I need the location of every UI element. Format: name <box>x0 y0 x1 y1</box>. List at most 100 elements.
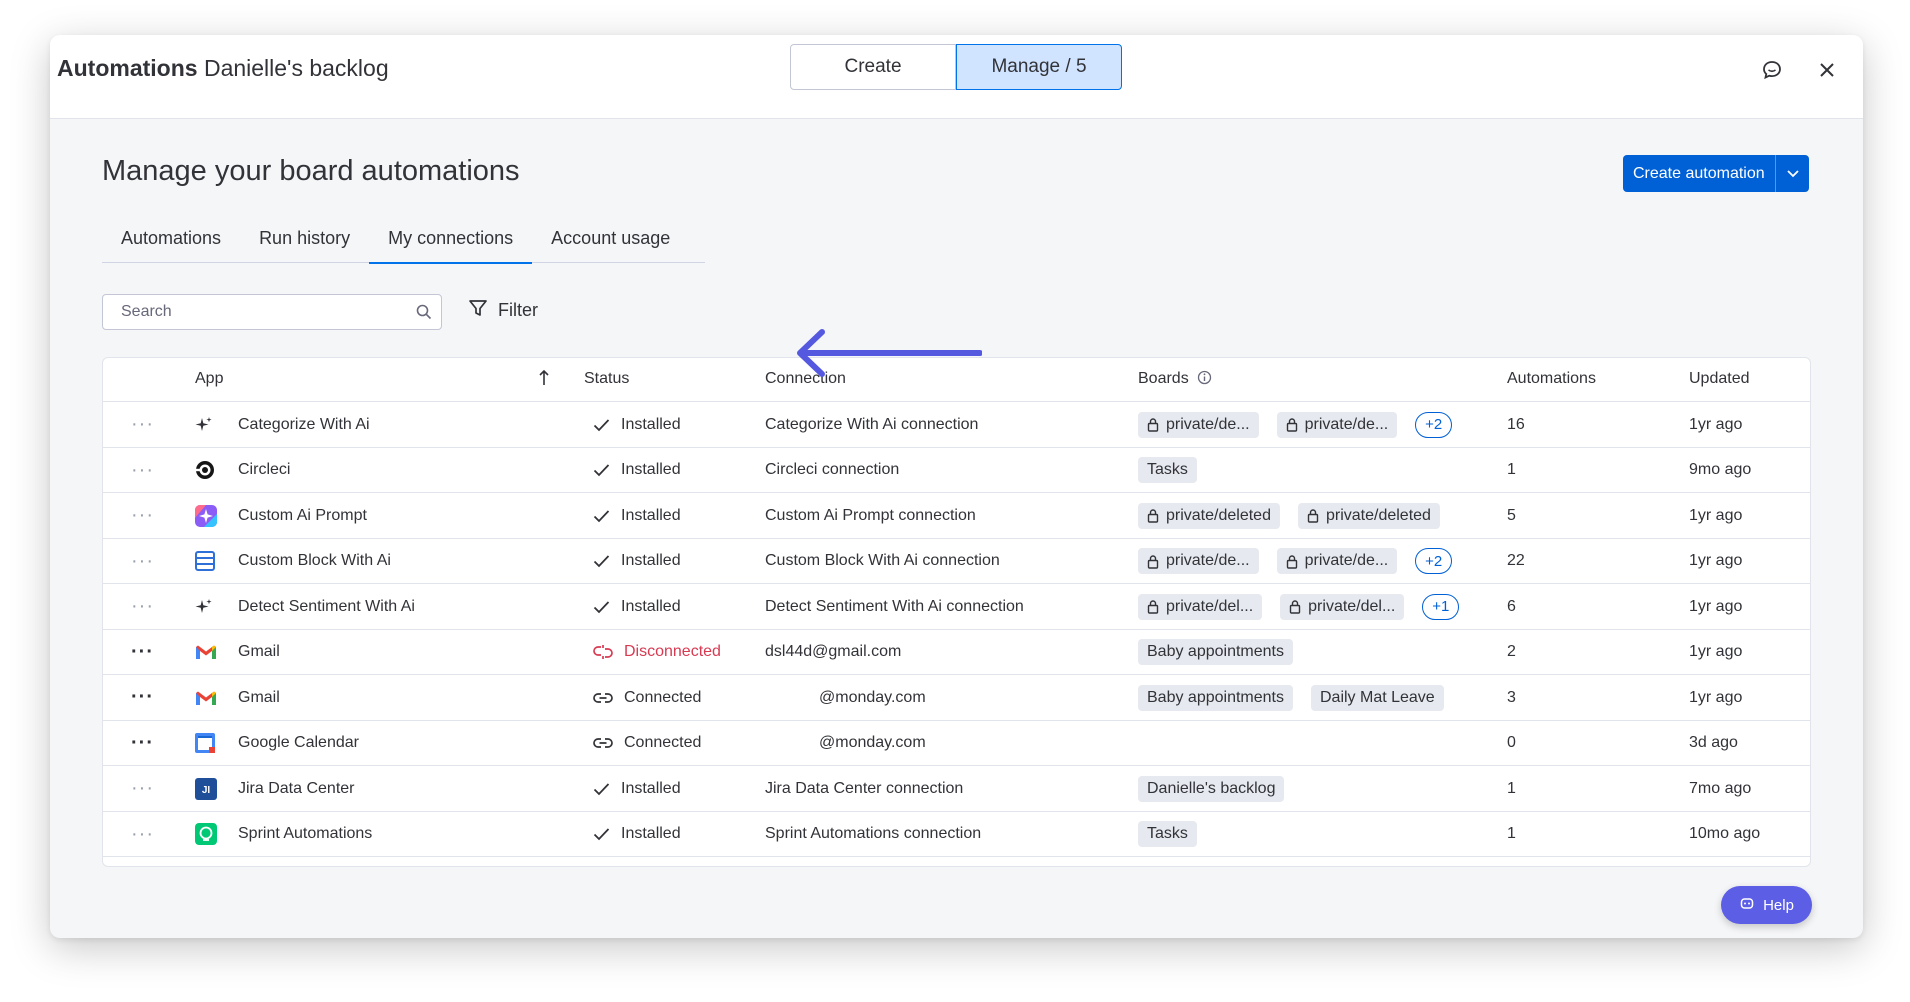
column-header-status[interactable]: Status <box>584 370 629 388</box>
board-tag[interactable]: private/de... <box>1138 411 1259 438</box>
board-tag-label: private/de... <box>1166 552 1250 569</box>
search-input[interactable] <box>103 295 393 329</box>
app-name: Custom Block With Ai <box>238 552 391 569</box>
boards-cell: Baby appointments <box>1138 630 1293 675</box>
feedback-icon[interactable] <box>1757 55 1787 85</box>
board-tag-label: Tasks <box>1147 461 1188 478</box>
info-icon[interactable] <box>1197 370 1212 390</box>
status-cell: Installed <box>593 812 681 857</box>
row-menu-icon[interactable]: ··· <box>131 493 153 538</box>
board-tag-label: Tasks <box>1147 825 1188 842</box>
row-menu-icon[interactable]: ··· <box>131 675 153 720</box>
google-calendar-icon <box>194 721 218 766</box>
jira-icon: JI <box>194 766 218 811</box>
board-tag-label: Danielle's backlog <box>1147 779 1276 797</box>
column-header-boards[interactable]: Boards <box>1138 370 1212 390</box>
check-icon <box>593 418 610 432</box>
broken-link-icon <box>593 644 613 660</box>
board-tag-label: private/del... <box>1308 597 1396 615</box>
tab-my-connections[interactable]: My connections <box>369 221 533 264</box>
svg-text:JI: JI <box>202 785 211 796</box>
check-icon <box>593 509 610 523</box>
automations-count: 1 <box>1507 779 1516 797</box>
table-row[interactable]: ··· Gmail Connected @monday.com Baby appoint… <box>103 675 1810 721</box>
more-boards-badge[interactable]: +1 <box>1422 593 1460 620</box>
column-header-app[interactable]: App <box>195 370 223 388</box>
row-menu-icon[interactable]: ··· <box>131 721 153 766</box>
row-menu-icon[interactable]: ··· <box>131 584 153 629</box>
row-menu-icon[interactable]: ··· <box>131 448 153 493</box>
help-button[interactable]: Help <box>1721 886 1812 924</box>
manage-mode-button[interactable]: Manage / 5 <box>956 44 1122 90</box>
tab-automations[interactable]: Automations <box>102 221 240 263</box>
board-tag-label: private/de... <box>1166 415 1250 433</box>
board-name: Danielle's backlog <box>203 55 389 81</box>
table-body: ··· Categorize With Ai Installed Categorize… <box>103 402 1810 857</box>
more-boards-badge[interactable]: +2 <box>1415 548 1453 574</box>
close-icon[interactable] <box>1812 55 1842 85</box>
app-name: Gmail <box>238 643 280 660</box>
board-tag[interactable]: private/del... <box>1138 593 1263 620</box>
status-label: Installed <box>621 825 681 842</box>
lock-icon <box>1147 508 1159 523</box>
table-row[interactable]: ··· JI Jira Data Center Installed Jira Data … <box>103 766 1810 812</box>
table-row[interactable]: ··· Detect Sentiment With Ai Installed Dete… <box>103 584 1810 630</box>
connections-table: App Status Connection Boards Automations… <box>102 357 1811 867</box>
boards-cell: private/de... private/de... +2 <box>1138 402 1453 447</box>
tab-run-history[interactable]: Run history <box>240 221 369 263</box>
column-header-updated[interactable]: Updated <box>1689 370 1750 388</box>
board-tag[interactable]: Tasks <box>1138 457 1197 483</box>
mode-switch: Create Manage / 5 <box>790 44 1122 90</box>
table-row[interactable]: ··· Custom Block With Ai Installed Custom B… <box>103 539 1810 584</box>
table-row[interactable]: ··· Gmail Disconnected dsl44d@gmail.com Baby… <box>103 630 1810 675</box>
modal-title: Automations Danielle's backlog <box>57 55 389 82</box>
board-tag[interactable]: Baby appointments <box>1138 639 1293 665</box>
create-automation-button[interactable]: Create automation <box>1623 155 1809 192</box>
table-row[interactable]: ··· Sprint Automations Installed Sprint Aut… <box>103 812 1810 857</box>
board-tag[interactable]: Baby appointments <box>1138 684 1293 711</box>
board-tag[interactable]: Tasks <box>1138 821 1197 847</box>
status-cell: Disconnected <box>593 630 721 675</box>
updated-time: 1yr ago <box>1689 597 1743 615</box>
row-menu-icon[interactable]: ··· <box>131 766 153 811</box>
row-menu-icon[interactable]: ··· <box>131 630 153 675</box>
table-row[interactable]: ··· Circleci Installed Circleci connection T… <box>103 448 1810 493</box>
column-header-automations[interactable]: Automations <box>1507 370 1596 388</box>
board-tag[interactable]: private/de... <box>1276 411 1398 438</box>
circleci-icon <box>194 448 218 493</box>
board-tag[interactable]: private/deleted <box>1138 502 1280 529</box>
board-tag[interactable]: private/deleted <box>1297 502 1440 529</box>
filter-button[interactable]: Filter <box>468 298 538 323</box>
gmail-icon <box>194 630 218 675</box>
board-tag[interactable]: Danielle's backlog <box>1138 775 1285 802</box>
table-row[interactable]: ··· Custom Ai Prompt Installed Custom Ai Pr… <box>103 493 1810 539</box>
sort-ascending-icon[interactable] <box>538 369 550 392</box>
app-name: Custom Ai Prompt <box>238 506 367 524</box>
board-tag[interactable]: private/de... <box>1276 548 1398 574</box>
check-icon <box>593 600 610 614</box>
table-row[interactable]: ··· Google Calendar Connected @monday.com 0 3… <box>103 721 1810 766</box>
more-boards-badge[interactable]: +2 <box>1415 411 1453 438</box>
check-icon <box>593 554 610 568</box>
column-header-boards-label: Boards <box>1138 370 1189 387</box>
tab-account-usage[interactable]: Account usage <box>532 221 689 263</box>
chevron-down-icon[interactable] <box>1775 155 1809 192</box>
create-mode-button[interactable]: Create <box>790 44 956 90</box>
row-menu-icon[interactable]: ··· <box>131 539 153 584</box>
status-cell: Installed <box>593 539 681 584</box>
automations-count: 1 <box>1507 461 1516 478</box>
board-tag-label: Daily Mat Leave <box>1319 688 1435 706</box>
status-label: Installed <box>621 779 681 797</box>
row-menu-icon[interactable]: ··· <box>131 402 153 447</box>
table-row[interactable]: ··· Categorize With Ai Installed Categorize… <box>103 402 1810 448</box>
board-tag[interactable]: private/del... <box>1280 593 1405 620</box>
lock-icon <box>1147 417 1159 432</box>
lock-icon <box>1147 554 1159 569</box>
search-icon <box>415 303 433 326</box>
board-tag[interactable]: private/de... <box>1138 548 1259 574</box>
row-menu-icon[interactable]: ··· <box>131 812 153 857</box>
connection-name: Custom Block With Ai connection <box>765 552 1000 569</box>
boards-cell: Danielle's backlog <box>1138 766 1285 811</box>
board-tag[interactable]: Daily Mat Leave <box>1310 684 1444 711</box>
connection-name: Custom Ai Prompt connection <box>765 506 976 524</box>
